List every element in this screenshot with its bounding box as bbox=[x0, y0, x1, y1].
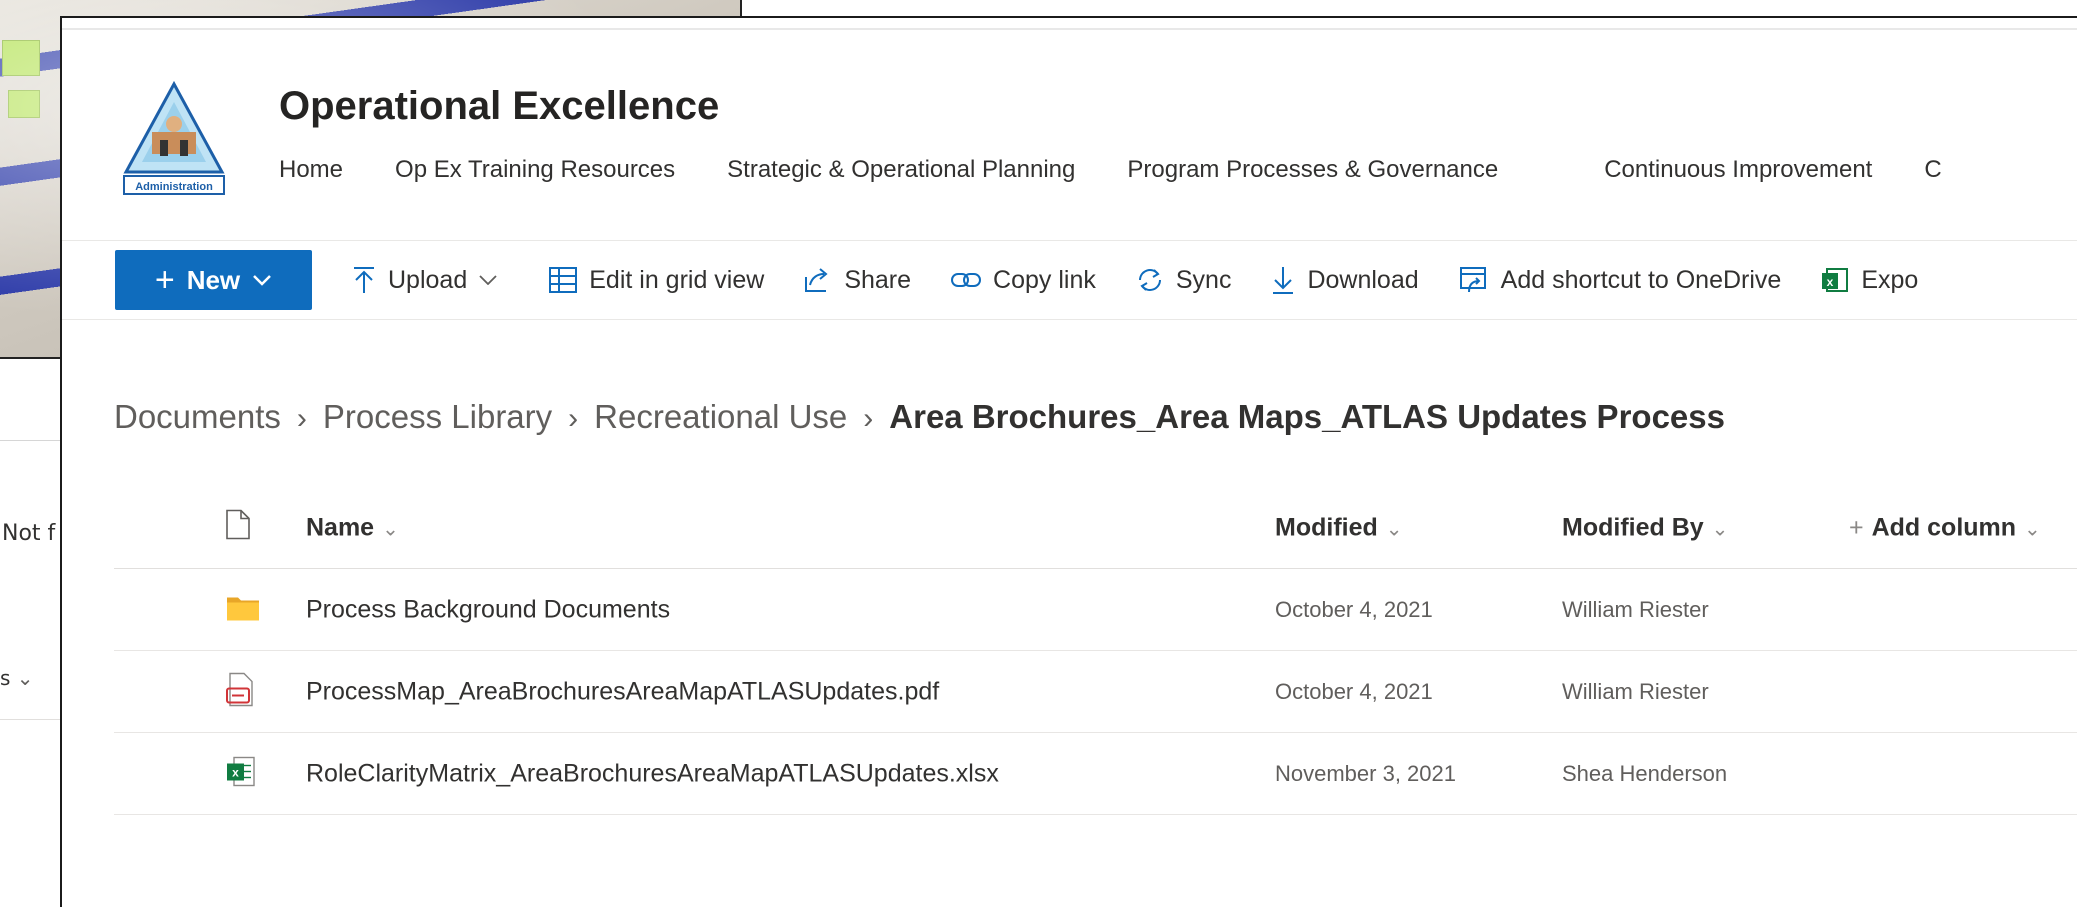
chevron-down-icon bbox=[253, 275, 272, 286]
divider bbox=[0, 719, 62, 720]
chevron-right-icon: › bbox=[863, 402, 874, 435]
breadcrumb-item-process-library[interactable]: Process Library bbox=[323, 398, 552, 435]
modified-by[interactable]: William Riester bbox=[1562, 597, 1709, 623]
command-bar: + New Upload Edit in grid view Share Cop… bbox=[62, 240, 2077, 320]
list-item[interactable]: ProcessMap_AreaBrochuresAreaMapATLASUpda… bbox=[114, 651, 2077, 733]
new-button[interactable]: + New bbox=[115, 250, 312, 310]
copy-link-button[interactable]: Copy link bbox=[951, 266, 1096, 295]
copy-link-label: Copy link bbox=[993, 265, 1096, 294]
nav-item-home[interactable]: Home bbox=[279, 156, 343, 184]
chevron-right-icon: › bbox=[296, 402, 307, 435]
modified-by[interactable]: Shea Henderson bbox=[1562, 761, 1727, 787]
list-item[interactable]: Process Background Documents October 4, … bbox=[114, 569, 2077, 651]
add-column-button[interactable]: + Add column ⌄ bbox=[1849, 514, 2041, 543]
plus-icon: + bbox=[154, 261, 175, 299]
file-name[interactable]: Process Background Documents bbox=[306, 595, 670, 624]
modified-date: November 3, 2021 bbox=[1275, 760, 1456, 786]
add-shortcut-label: Add shortcut to OneDrive bbox=[1500, 265, 1782, 294]
download-button[interactable]: Download bbox=[1271, 265, 1419, 295]
chevron-down-icon: ⌄ bbox=[2024, 518, 2041, 541]
nav-item-training-resources[interactable]: Op Ex Training Resources bbox=[395, 156, 675, 184]
breadcrumb-item-recreational-use[interactable]: Recreational Use bbox=[594, 398, 847, 435]
download-icon bbox=[1273, 267, 1294, 294]
plus-icon: + bbox=[1849, 513, 1864, 542]
column-header-modified[interactable]: Modified ⌄ bbox=[1275, 514, 1403, 543]
chevron-down-icon: ⌄ bbox=[16, 666, 34, 690]
breadcrumb-current: Area Brochures_Area Maps_ATLAS Updates P… bbox=[889, 398, 1725, 435]
svg-text:x: x bbox=[1827, 275, 1834, 289]
modified-by[interactable]: William Riester bbox=[1562, 679, 1709, 705]
share-button[interactable]: Share bbox=[804, 266, 911, 295]
file-name[interactable]: ProcessMap_AreaBrochuresAreaMapATLASUpda… bbox=[306, 677, 939, 706]
modified-date: October 4, 2021 bbox=[1275, 596, 1433, 622]
background-filter-text: Not f bbox=[2, 521, 56, 546]
column-header-name[interactable]: Name ⌄ bbox=[306, 514, 399, 543]
folder-icon bbox=[226, 593, 260, 626]
sync-icon bbox=[1138, 269, 1161, 291]
nav-item-continuous-improvement[interactable]: Continuous Improvement bbox=[1604, 156, 1872, 184]
nav-item-truncated[interactable]: C bbox=[1924, 156, 1941, 184]
background-views-text: s ⌄ bbox=[0, 666, 34, 690]
download-label: Download bbox=[1307, 265, 1419, 294]
site-logo-icon[interactable]: Administration bbox=[122, 80, 226, 200]
excel-icon: x bbox=[226, 755, 256, 792]
sync-button[interactable]: Sync bbox=[1136, 265, 1232, 295]
shortcut-icon bbox=[1459, 267, 1486, 293]
export-label: Expo bbox=[1861, 265, 1919, 294]
chevron-down-icon: ⌄ bbox=[1711, 518, 1729, 541]
file-name[interactable]: RoleClarityMatrix_AreaBrochuresAreaMapAT… bbox=[306, 759, 999, 788]
nav-item-strategic-planning[interactable]: Strategic & Operational Planning bbox=[727, 156, 1075, 184]
pdf-icon bbox=[226, 672, 254, 711]
sharepoint-window: Administration Operational Excellence Ho… bbox=[60, 16, 2077, 907]
upload-label: Upload bbox=[388, 265, 468, 294]
svg-text:x: x bbox=[232, 765, 239, 779]
share-label: Share bbox=[844, 265, 912, 294]
sync-label: Sync bbox=[1175, 265, 1232, 294]
link-icon bbox=[951, 273, 982, 287]
chevron-right-icon: › bbox=[568, 402, 579, 435]
nav-item-program-processes[interactable]: Program Processes & Governance bbox=[1127, 156, 1498, 184]
modified-date: October 4, 2021 bbox=[1275, 678, 1433, 704]
edit-grid-view-button[interactable]: Edit in grid view bbox=[549, 266, 764, 295]
add-shortcut-button[interactable]: Add shortcut to OneDrive bbox=[1459, 265, 1782, 295]
list-header: Name ⌄ Modified ⌄ Modified By ⌄ + Add column… bbox=[114, 488, 2077, 569]
breadcrumb-item-documents[interactable]: Documents bbox=[114, 398, 281, 435]
chevron-down-icon bbox=[479, 275, 497, 285]
chevron-down-icon: ⌄ bbox=[1385, 518, 1403, 541]
breadcrumb: Documents › Process Library › Recreational U… bbox=[114, 398, 1725, 436]
site-nav: Home Op Ex Training Resources Strategic … bbox=[279, 156, 1994, 184]
file-type-icon[interactable] bbox=[226, 509, 250, 547]
site-header: Administration Operational Excellence Ho… bbox=[62, 18, 2077, 238]
upload-button[interactable]: Upload bbox=[352, 266, 509, 295]
share-icon bbox=[805, 268, 828, 292]
background-window: Not f s ⌄ bbox=[0, 440, 62, 906]
chevron-down-icon: ⌄ bbox=[382, 518, 399, 541]
document-list: Name ⌄ Modified ⌄ Modified By ⌄ + Add column… bbox=[114, 488, 2077, 815]
site-title[interactable]: Operational Excellence bbox=[279, 84, 719, 129]
column-header-modified-by[interactable]: Modified By ⌄ bbox=[1562, 514, 1728, 543]
list-item[interactable]: x RoleClarityMatrix_AreaBrochuresAreaMap… bbox=[114, 733, 2077, 815]
new-button-label: New bbox=[186, 264, 241, 295]
upload-icon bbox=[354, 267, 374, 293]
export-button[interactable]: x Expo bbox=[1821, 266, 1918, 295]
excel-icon: x bbox=[1822, 268, 1849, 292]
edit-grid-view-label: Edit in grid view bbox=[589, 265, 765, 294]
svg-text:Administration: Administration bbox=[135, 181, 213, 193]
grid-icon bbox=[549, 267, 578, 293]
